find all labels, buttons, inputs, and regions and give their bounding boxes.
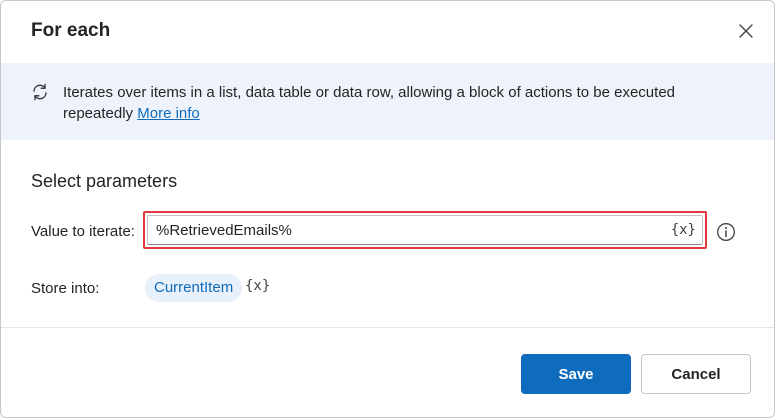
store-variable-picker-button[interactable]: {x} (245, 278, 270, 294)
info-description: Iterates over items in a list, data tabl… (63, 82, 723, 124)
footer-divider (1, 327, 774, 328)
loop-icon (33, 83, 47, 101)
info-banner: Iterates over items in a list, data tabl… (1, 63, 774, 140)
info-icon[interactable] (716, 222, 736, 242)
dialog-title: For each (31, 20, 111, 41)
store-into-label: Store into: (31, 280, 100, 297)
cancel-button[interactable]: Cancel (641, 354, 751, 394)
close-button[interactable] (735, 20, 757, 42)
variable-picker-button[interactable]: {x} (665, 222, 702, 238)
value-to-iterate-highlight: {x} (143, 211, 707, 249)
for-each-dialog: For each Iterates over items in a list, … (0, 0, 775, 418)
current-item-variable-chip[interactable]: CurrentItem (145, 274, 243, 302)
section-title: Select parameters (31, 171, 178, 191)
dialog-header: For each (1, 1, 774, 63)
value-to-iterate-label: Value to iterate: (31, 223, 135, 240)
save-button[interactable]: Save (521, 354, 631, 394)
value-to-iterate-input[interactable] (148, 221, 665, 239)
value-to-iterate-field: {x} (147, 215, 703, 245)
close-icon (739, 24, 753, 38)
more-info-link[interactable]: More info (137, 105, 200, 122)
